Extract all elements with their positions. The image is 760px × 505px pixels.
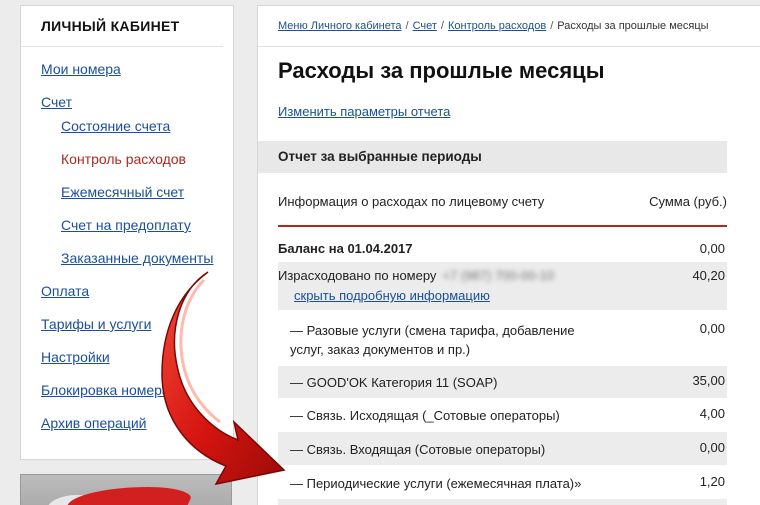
table-row-spent: Израсходовано по номеру +7 (987) 700-00-1… bbox=[278, 262, 727, 310]
row-label: — Периодические услуги (ежемесячная плат… bbox=[290, 476, 582, 491]
sidebar-item-number-block[interactable]: Блокировка номера bbox=[41, 382, 170, 398]
table-row: — Связь. Исходящая (_Сотовые операторы) … bbox=[278, 399, 727, 431]
table-row: — Периодические услуги (ежемесячная плат… bbox=[278, 466, 727, 499]
breadcrumb-separator: / bbox=[440, 20, 444, 32]
balance-amount: 0,00 bbox=[699, 241, 725, 256]
row-amount: 1,20 bbox=[699, 474, 725, 489]
spent-amount: 40,20 bbox=[692, 268, 725, 283]
breadcrumb-account-link[interactable]: Счет bbox=[413, 20, 437, 32]
row-amount: 0,00 bbox=[699, 321, 725, 336]
row-label: — Связь. Исходящая (_Сотовые операторы) bbox=[290, 408, 560, 423]
main-content: Меню Личного кабинета / Счет / Контроль расх… bbox=[257, 5, 760, 505]
sidebar-item-monthly-bill[interactable]: Ежемесячный счет bbox=[61, 184, 184, 200]
breadcrumb: Меню Личного кабинета / Счет / Контроль расх… bbox=[278, 20, 709, 32]
table-row: — Связь. Входящая (Сотовые операторы) 0,… bbox=[278, 432, 727, 465]
sidebar-item-my-numbers[interactable]: Мои номера bbox=[41, 61, 121, 77]
table-row: — GOOD'OK Категория 11 (SOAP) 35,00 bbox=[278, 366, 727, 398]
sidebar-item-tariffs[interactable]: Тарифы и услуги bbox=[41, 316, 151, 332]
spent-label: Израсходовано по номеру +7 (987) 700-00-1… bbox=[278, 268, 554, 283]
sidebar-item-payment[interactable]: Оплата bbox=[41, 283, 89, 299]
row-amount: 0,00 bbox=[699, 440, 725, 455]
breadcrumb-separator: / bbox=[550, 20, 554, 32]
page-title: Расходы за прошлые месяцы bbox=[278, 58, 605, 83]
column-header-info: Информация о расходах по лицевому счету bbox=[278, 194, 545, 209]
sidebar-item-account[interactable]: Счет bbox=[41, 94, 72, 110]
breadcrumb-expense-control-link[interactable]: Контроль расходов bbox=[448, 20, 546, 32]
row-amount: 4,00 bbox=[699, 406, 725, 421]
row-label: — GOOD'OK Категория 11 (SOAP) bbox=[290, 375, 498, 390]
table-row-balance: Баланс на 01.04.2017 0,00 bbox=[278, 235, 727, 263]
divider bbox=[258, 46, 760, 47]
hide-details-link[interactable]: скрыть подробную информацию bbox=[294, 288, 490, 303]
breadcrumb-current: Расходы за прошлые месяцы bbox=[557, 20, 709, 32]
sidebar-item-account-status[interactable]: Состояние счета bbox=[61, 118, 170, 134]
sidebar-item-prepayment-bill[interactable]: Счет на предоплату bbox=[61, 217, 191, 233]
red-arrow-icon bbox=[161, 271, 286, 486]
sidebar-item-operations-archive[interactable]: Архив операций bbox=[41, 415, 147, 431]
breadcrumb-separator: / bbox=[405, 20, 409, 32]
sidebar-title: ЛИЧНЫЙ КАБИНЕТ bbox=[21, 6, 223, 47]
table-header: Информация о расходах по лицевому счету … bbox=[258, 186, 727, 226]
table-row: — Разовые услуги (смена тарифа, добавлен… bbox=[278, 314, 727, 366]
row-amount: 35,00 bbox=[692, 373, 725, 388]
sidebar-item-expense-control[interactable]: Контроль расходов bbox=[61, 151, 186, 167]
spent-label-text: Израсходовано по номеру bbox=[278, 268, 437, 283]
header-divider bbox=[278, 225, 727, 227]
sidebar-item-settings[interactable]: Настройки bbox=[41, 349, 110, 365]
row-label: — Связь. Входящая (Сотовые операторы) bbox=[290, 442, 546, 457]
column-header-amount: Сумма (руб.) bbox=[649, 194, 727, 209]
sidebar-item-ordered-documents[interactable]: Заказанные документы bbox=[61, 250, 213, 266]
table-row bbox=[278, 499, 727, 505]
breadcrumb-menu-link[interactable]: Меню Личного кабинета bbox=[278, 20, 402, 32]
phone-number-blurred: +7 (987) 700-00-10 bbox=[442, 268, 555, 283]
change-report-params-link[interactable]: Изменить параметры отчета bbox=[278, 104, 450, 119]
section-header: Отчет за выбранные периоды bbox=[258, 141, 727, 173]
row-label: — Разовые услуги (смена тарифа, добавлен… bbox=[290, 323, 575, 357]
balance-label: Баланс на 01.04.2017 bbox=[278, 241, 413, 256]
